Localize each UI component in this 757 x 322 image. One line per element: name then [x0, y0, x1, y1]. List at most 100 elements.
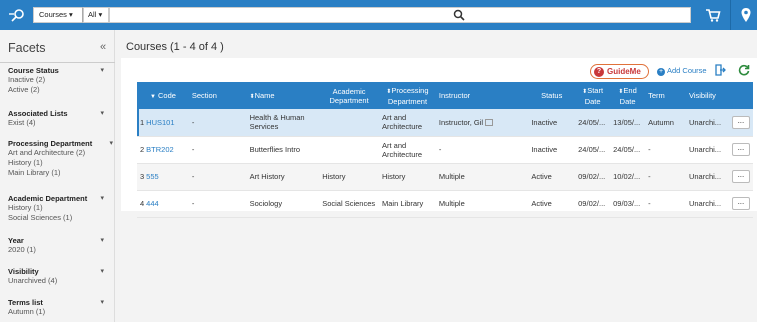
search-subscope-select[interactable]: All ▾	[83, 7, 109, 23]
row-number: 2	[140, 145, 145, 154]
end-date-cell: 09/03/...	[610, 190, 646, 218]
facet-academic-department[interactable]: Academic Department ▾ History (1) Social…	[8, 194, 108, 223]
chevron-down-icon[interactable]: ▾	[100, 66, 104, 74]
facet-value[interactable]: Active (2)	[8, 85, 108, 95]
column-header-processing-department[interactable]: ⬍Processing Department	[379, 82, 436, 109]
search-icon[interactable]	[453, 9, 465, 21]
course-code-link[interactable]: 444	[146, 199, 159, 208]
chevron-down-icon[interactable]: ▾	[109, 139, 113, 147]
row-actions-button[interactable]: ...	[731, 197, 750, 210]
collapse-facets-icon[interactable]: «	[100, 41, 106, 53]
academic-department-cell: History	[319, 163, 380, 191]
column-header-instructor[interactable]: Instructor	[435, 82, 529, 109]
chevron-down-icon: ▾	[98, 10, 103, 19]
location-pin-icon[interactable]	[740, 7, 752, 23]
column-header-status[interactable]: Status	[528, 82, 576, 109]
chevron-down-icon[interactable]: ▾	[100, 236, 104, 244]
facet-name: Year	[8, 236, 24, 245]
column-label: Term	[648, 91, 665, 100]
row-number: 4	[140, 199, 145, 208]
search-scope-select[interactable]: Courses ▾	[33, 7, 83, 23]
row-actions-button[interactable]: ...	[731, 143, 750, 156]
column-header-start-date[interactable]: ⬍Start Date	[575, 82, 611, 109]
processing-department-cell: Art and Architecture	[379, 136, 436, 164]
facet-visibility[interactable]: Visibility ▾ Unarchived (4)	[8, 267, 108, 286]
facet-associated-lists[interactable]: Associated Lists ▾ Exist (4)	[8, 109, 108, 128]
instructor-cell: Instructor, Gil	[435, 109, 529, 137]
column-header-term[interactable]: Term	[645, 82, 686, 109]
facet-value[interactable]: Social Sciences (1)	[8, 213, 108, 223]
facet-value[interactable]: Exist (4)	[8, 118, 108, 128]
advanced-search-icon[interactable]	[7, 7, 27, 23]
column-label: Status	[541, 91, 563, 100]
column-header-name[interactable]: ⬍Name	[246, 82, 320, 109]
column-header-academic-department[interactable]: Academic Department	[319, 82, 380, 109]
column-label: Academic	[332, 86, 366, 96]
facet-processing-department[interactable]: Processing Department ▾ Art and Architec…	[8, 139, 113, 178]
processing-department-cell: Art and Architecture	[379, 109, 436, 137]
actions-cell: ...	[728, 190, 753, 218]
end-date-cell: 10/02/...	[610, 163, 646, 191]
table-row[interactable]: 1 HUS101 - Health & Human Services Art an…	[137, 109, 753, 137]
academic-department-cell: Social Sciences	[319, 190, 380, 218]
term-cell: -	[645, 136, 686, 164]
row-code-cell[interactable]: 4 444	[137, 190, 189, 218]
row-code-cell[interactable]: 1 HUS101	[137, 109, 189, 137]
chevron-down-icon[interactable]: ▾	[100, 109, 104, 117]
refresh-settings-icon[interactable]	[738, 64, 750, 76]
visibility-cell: Unarchi...	[685, 136, 729, 164]
column-header-code[interactable]: ▼ Code	[137, 82, 189, 109]
chevron-down-icon[interactable]: ▾	[100, 267, 104, 275]
facets-panel: Facets « Course Status ▾ Inactive (2) Ac…	[0, 30, 115, 322]
guideme-button[interactable]: ? GuideMe	[590, 64, 649, 79]
actions-cell: ...	[728, 109, 753, 137]
facet-value[interactable]: History (1)	[8, 203, 108, 213]
sort-desc-icon: ▼	[149, 94, 156, 100]
term-cell: -	[645, 190, 686, 218]
status-cell: Active	[528, 163, 576, 191]
actions-cell: ...	[728, 163, 753, 191]
facet-name: Visibility	[8, 267, 39, 276]
table-row[interactable]: 3 555 - Art History History History Multi…	[137, 163, 753, 191]
facet-value[interactable]: Art and Architecture (2)	[8, 148, 108, 158]
facet-value[interactable]: Autumn (1)	[8, 307, 108, 317]
column-header-end-date[interactable]: ⬍End Date	[610, 82, 646, 109]
facet-value[interactable]: History (1)	[8, 158, 108, 168]
search-input[interactable]	[109, 7, 691, 23]
facet-name: Terms list	[8, 298, 43, 307]
column-header-section[interactable]: Section	[188, 82, 247, 109]
section-cell: -	[188, 109, 247, 137]
course-code-link[interactable]: HUS101	[146, 118, 174, 127]
table-row[interactable]: 4 444 - Sociology Social Sciences Main Li…	[137, 190, 753, 218]
facet-value[interactable]: Main Library (1)	[8, 168, 108, 178]
row-code-cell[interactable]: 2 BTR202	[137, 136, 189, 164]
start-date-cell: 24/05/...	[575, 136, 611, 164]
instructor-card-icon[interactable]	[485, 119, 494, 127]
table-row[interactable]: 2 BTR202 - Butterflies Intro Art and Arch…	[137, 136, 753, 164]
export-icon[interactable]	[714, 64, 726, 76]
add-course-button[interactable]: + Add Course	[657, 66, 707, 76]
row-actions-button[interactable]: ...	[731, 170, 750, 183]
cart-icon[interactable]	[705, 7, 721, 23]
column-label: Section	[191, 91, 217, 100]
facet-year[interactable]: Year ▾ 2020 (1)	[8, 236, 108, 255]
facet-value[interactable]: Unarchived (4)	[8, 276, 108, 286]
facet-course-status[interactable]: Course Status ▾ Inactive (2) Active (2)	[8, 66, 108, 95]
row-code-cell[interactable]: 3 555	[137, 163, 189, 191]
name-cell: Art History	[246, 163, 320, 191]
facet-value[interactable]: Inactive (2)	[8, 75, 108, 85]
start-date-cell: 09/02/...	[575, 163, 611, 191]
column-header-visibility[interactable]: Visibility	[685, 82, 729, 109]
facet-terms-list[interactable]: Terms list ▾ Autumn (1)	[8, 298, 108, 317]
row-actions-button[interactable]: ...	[731, 115, 750, 129]
chevron-down-icon[interactable]: ▾	[100, 194, 104, 202]
visibility-cell: Unarchi...	[685, 163, 729, 191]
course-code-link[interactable]: BTR202	[146, 145, 174, 154]
facets-divider	[0, 62, 115, 63]
name-cell: Sociology	[246, 190, 320, 218]
facet-value[interactable]: 2020 (1)	[8, 245, 108, 255]
column-label: End	[623, 85, 637, 95]
column-label: Date	[584, 96, 601, 106]
course-code-link[interactable]: 555	[146, 172, 159, 181]
chevron-down-icon[interactable]: ▾	[100, 298, 104, 306]
